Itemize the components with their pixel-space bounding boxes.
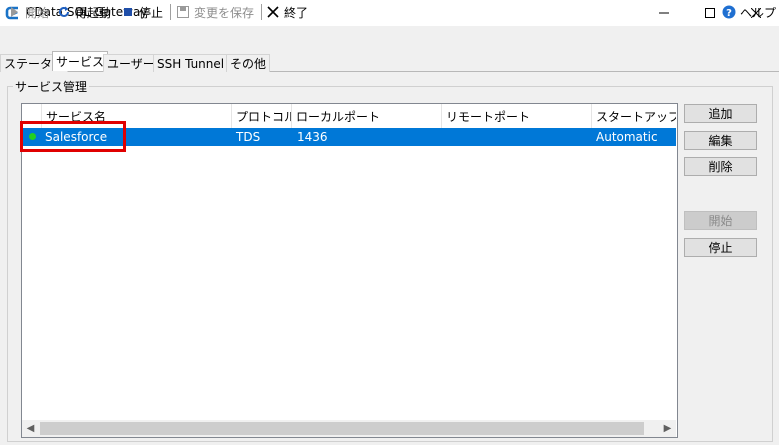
tab-ssh-tunnel[interactable]: SSH Tunnel [153, 54, 229, 72]
stop-service-button[interactable]: 停止 [684, 238, 757, 257]
exit-toolbar-button[interactable]: 終了 [266, 3, 308, 21]
help-icon: ? [722, 5, 736, 19]
toolbar-separator [261, 4, 262, 20]
service-list[interactable] [21, 103, 678, 438]
cell-protocol: TDS [236, 130, 261, 144]
restart-icon [57, 5, 71, 19]
play-icon [7, 5, 21, 19]
minimize-button[interactable] [641, 0, 687, 26]
toolbar-separator [170, 4, 171, 20]
cell-local-port: 1436 [297, 130, 328, 144]
delete-button[interactable]: 削除 [684, 157, 757, 176]
column-header-protocol[interactable]: プロトコル [232, 104, 292, 128]
scroll-left-icon[interactable]: ◀ [22, 420, 39, 437]
help-label: ヘルプ [740, 5, 777, 20]
highlight-box [20, 121, 126, 152]
group-title: サービス管理 [13, 78, 90, 95]
help-menu-button[interactable]: ? ヘルプ ▼ [722, 3, 779, 21]
stop-toolbar-button[interactable]: 停止 [121, 3, 163, 21]
tab-services[interactable]: サービス [52, 51, 109, 71]
restart-toolbar-label: 再起動 [75, 5, 112, 20]
tab-users[interactable]: ユーザー [103, 54, 159, 72]
stop-icon [121, 5, 135, 19]
save-toolbar-label: 変更を保存 [194, 5, 255, 20]
x-icon [266, 5, 280, 19]
save-icon [176, 5, 190, 19]
cell-startup: Automatic [596, 130, 658, 144]
start-toolbar-button[interactable]: 開始 [7, 3, 49, 21]
svg-text:?: ? [726, 8, 732, 19]
maximize-icon [705, 8, 715, 18]
column-header-startup[interactable]: スタートアップの種 [592, 104, 676, 128]
minimize-icon [659, 12, 669, 14]
column-header-local-port[interactable]: ローカルポート [292, 104, 442, 128]
toolbar [0, 26, 779, 50]
start-service-button[interactable]: 開始 [684, 211, 757, 230]
exit-toolbar-label: 終了 [284, 5, 309, 20]
scrollbar-thumb[interactable] [40, 422, 644, 435]
column-header-remote-port[interactable]: リモートポート [442, 104, 592, 128]
tab-other[interactable]: その他 [226, 54, 271, 72]
save-toolbar-button[interactable]: 変更を保存 [176, 3, 254, 21]
scroll-right-icon[interactable]: ▶ [659, 420, 676, 437]
stop-toolbar-label: 停止 [139, 5, 164, 20]
start-toolbar-label: 開始 [25, 5, 50, 20]
restart-toolbar-button[interactable]: 再起動 [57, 3, 111, 21]
add-button[interactable]: 追加 [684, 104, 757, 123]
edit-button[interactable]: 編集 [684, 131, 757, 150]
